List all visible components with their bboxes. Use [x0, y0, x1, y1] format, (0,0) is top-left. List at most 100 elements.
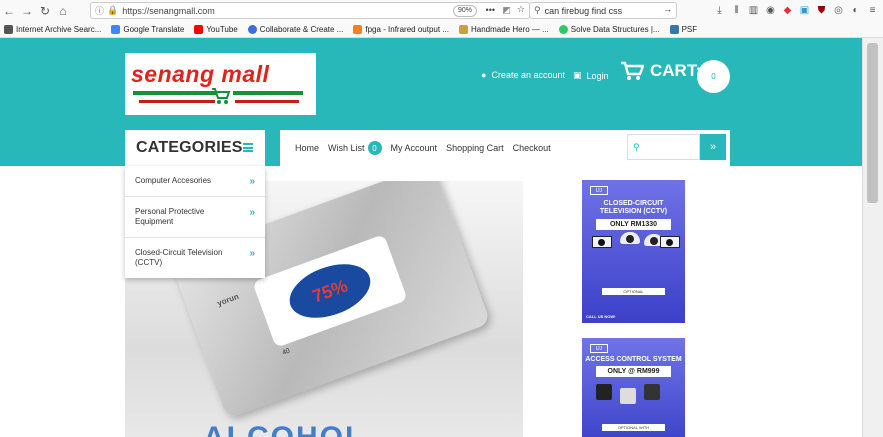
dome-camera-icon [620, 232, 640, 244]
site-logo[interactable]: senang mall [125, 53, 316, 115]
logo-text: senang mall [131, 61, 270, 87]
bookmark-favicon-icon [669, 25, 679, 34]
category-label: Personal Protective Equipment [135, 207, 205, 226]
product-bottom-text: ALCOHOL [203, 421, 365, 437]
bookmark-star-icon[interactable]: ☆ [517, 4, 525, 15]
page-actions-icon[interactable]: ••• [486, 5, 495, 15]
pack-label: 75% [252, 234, 408, 348]
bookmark-favicon-icon [247, 25, 257, 34]
menu-wish-list[interactable]: Wish List 0 [328, 141, 382, 155]
category-label: Computer Accesories [135, 176, 212, 185]
bookmark-label: Internet Archive Searc... [16, 25, 102, 34]
forward-icon[interactable]: → [18, 2, 36, 20]
search-go-icon[interactable]: → [663, 4, 672, 14]
ad-title: CLOSED-CIRCUIT TELEVISION (CCTV) [599, 200, 668, 215]
bookmark-item[interactable]: Google Translate [111, 25, 184, 34]
create-account-link[interactable]: ● Create an account [481, 70, 565, 80]
zoom-indicator[interactable]: 90% [452, 5, 477, 17]
ublock-icon[interactable]: ⛊ [815, 2, 828, 18]
bookmark-label: PSF [681, 25, 698, 34]
bookmark-favicon-icon [458, 25, 468, 34]
login-label: Login [586, 70, 609, 81]
pocket-icon[interactable]: ◩ [502, 5, 511, 16]
menu-checkout[interactable]: Checkout [513, 143, 551, 153]
cart-icon [621, 61, 644, 80]
extension-icon[interactable]: ▣ [798, 2, 811, 18]
categories-toggle[interactable]: CATEGORIES [125, 130, 265, 166]
site-search-input[interactable]: ⚲ [627, 134, 700, 160]
back-icon[interactable]: ← [0, 2, 18, 20]
double-chevron-right-icon: » [709, 141, 717, 153]
toolbar-icons: ⤓ ⫴ ▥ ◉ ◆ ▣ ⛊ ◎ ◐ ≡ [713, 2, 879, 18]
site-search: ⚲ » [627, 134, 726, 160]
category-item[interactable]: Closed-Circuit Television (CCTV) » [125, 238, 265, 278]
user-icon: ● [481, 70, 487, 80]
card-icon [620, 388, 636, 404]
bookmark-item[interactable]: Internet Archive Searc... [4, 25, 101, 34]
hamburger-icon [243, 143, 253, 152]
sync-icon[interactable]: ◎ [832, 2, 845, 18]
ad-optional: OPTIONAL [602, 288, 665, 295]
sidebar-icon[interactable]: ▥ [747, 2, 760, 18]
categories-title: CATEGORIES [136, 139, 243, 156]
ad-price: ONLY @ RM999 [596, 366, 671, 377]
address-bar[interactable]: ⓘ 🔒 https://senangmall.com 90% ••• ◩ ☆ [90, 2, 530, 19]
menu-icon[interactable]: ≡ [866, 2, 879, 18]
bookmark-item[interactable]: YouTube [194, 25, 238, 34]
shield-icon[interactable]: ◆ [781, 2, 794, 18]
lock-icon: ▣ [573, 70, 582, 80]
bookmark-item[interactable]: fpga - Infrared output ... [353, 25, 449, 34]
web-page: senang mall ● Create an account ▣ Login … [0, 38, 862, 437]
bookmark-item[interactable]: PSF [669, 25, 698, 34]
ad-call: CALL US NOW! [586, 314, 616, 319]
ad-logo: IJJ [590, 344, 608, 353]
bookmark-label: Solve Data Structures |... [570, 25, 660, 34]
menu-home[interactable]: Home [295, 143, 319, 153]
pack-badge: 75% [282, 254, 378, 328]
wish-list-label: Wish List [328, 143, 365, 153]
search-bar[interactable]: ⚲ can firebug find css → [529, 2, 677, 19]
ad-title: ACCESS CONTROL SYSTEM [585, 356, 682, 363]
browser-toolbar: ← → ↻ ⌂ ⓘ 🔒 https://senangmall.com 90% •… [0, 0, 883, 22]
bookmark-label: fpga - Infrared output ... [365, 25, 449, 34]
category-label: Closed-Circuit Television (CCTV) [135, 248, 223, 267]
bookmark-favicon-icon [111, 25, 121, 34]
access-control-ad-banner[interactable]: IJJ ACCESS CONTROL SYSTEM ONLY @ RM999 O… [582, 338, 685, 437]
category-item[interactable]: Computer Accesories » [125, 166, 265, 197]
ad-optional: OPTIONAL WITH [602, 424, 665, 431]
double-chevron-right-icon: » [249, 176, 255, 187]
reload-icon[interactable]: ↻ [36, 2, 54, 20]
scrollbar-thumb[interactable] [867, 43, 878, 203]
category-item[interactable]: Personal Protective Equipment » [125, 197, 265, 238]
camera-icon [660, 236, 680, 248]
library-icon[interactable]: ⫴ [730, 2, 743, 18]
logo-cart-icon [212, 88, 231, 104]
ghostery-icon[interactable]: ◐ [849, 2, 862, 18]
bookmark-item[interactable]: Solve Data Structures |... [558, 25, 660, 34]
bookmark-item[interactable]: Collaborate & Create ... [247, 25, 344, 34]
ad-price: ONLY RM1330 [596, 219, 671, 230]
cctv-ad-banner[interactable]: IJJ CLOSED-CIRCUIT TELEVISION (CCTV) ONL… [582, 180, 685, 323]
logo-stripe [233, 91, 303, 95]
info-icon[interactable]: ⓘ [95, 4, 104, 17]
bookmark-favicon-icon [353, 25, 363, 34]
cart-count-badge[interactable]: 0 [697, 60, 730, 93]
home-icon[interactable]: ⌂ [54, 2, 72, 20]
menu-my-account[interactable]: My Account [391, 143, 438, 153]
lock-icon: 🔒 [107, 5, 119, 15]
camera-icon [592, 236, 612, 248]
double-chevron-right-icon: » [249, 207, 255, 218]
download-icon[interactable]: ⤓ [713, 2, 726, 18]
bookmark-item[interactable]: Handmade Hero — ... [458, 25, 549, 34]
cart-link[interactable]: CART: [620, 61, 701, 81]
account-icon[interactable]: ◉ [764, 2, 777, 18]
create-account-label: Create an account [491, 70, 565, 80]
login-link[interactable]: ▣ Login [573, 70, 609, 81]
pack-highlight: 75% [309, 274, 351, 307]
menu-shopping-cart[interactable]: Shopping Cart [446, 143, 504, 153]
site-search-button[interactable]: » [700, 134, 726, 160]
bookmark-label: Collaborate & Create ... [259, 25, 344, 34]
search-icon: ⚲ [633, 141, 640, 152]
page-scrollbar[interactable] [862, 38, 883, 437]
bookmarks-bar: Internet Archive Searc... Google Transla… [0, 22, 883, 38]
